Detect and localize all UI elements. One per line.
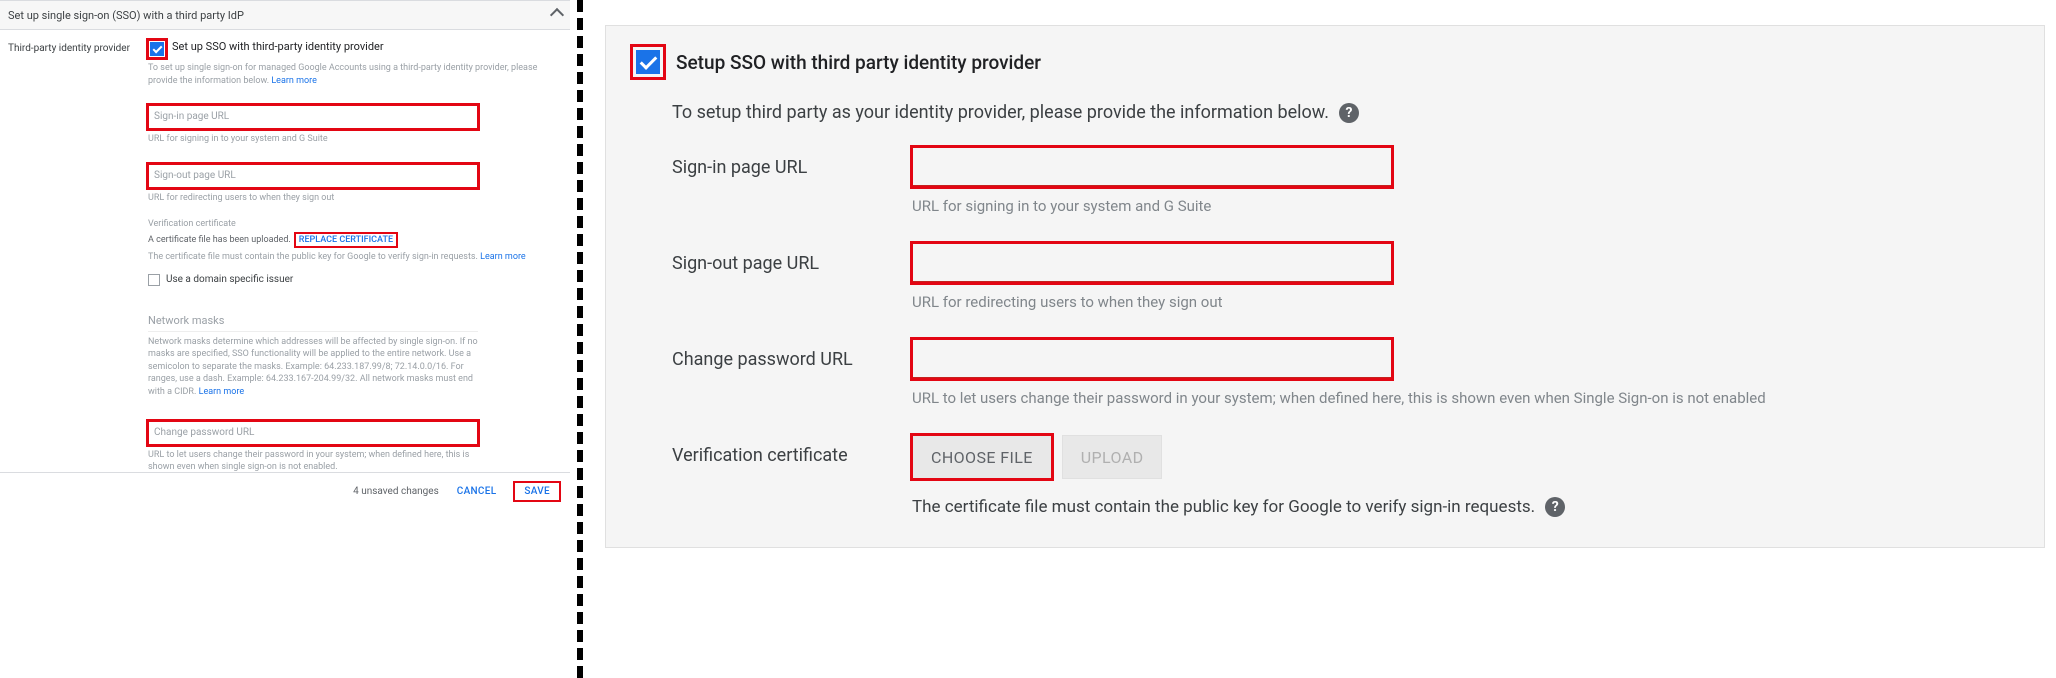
intro-text: To set up single sign-on for managed Goo… — [148, 62, 548, 87]
change-password-url-label: Change password URL — [672, 339, 902, 407]
setup-sso-checkbox[interactable] — [150, 42, 164, 56]
setup-sso-checkbox[interactable] — [636, 50, 660, 74]
signout-url-help: URL for redirecting users to when they s… — [912, 293, 2018, 311]
network-masks-title: Network masks — [148, 314, 478, 332]
network-masks-help: Network masks determine which addresses … — [148, 336, 488, 399]
learn-more-link[interactable]: Learn more — [480, 252, 526, 262]
cert-title: Verification certificate — [148, 218, 548, 231]
domain-issuer-label: Use a domain specific issuer — [166, 274, 293, 285]
checkbox-highlight — [148, 40, 166, 58]
verification-cert-label: Verification certificate — [672, 435, 902, 517]
learn-more-link[interactable]: Learn more — [199, 387, 245, 397]
change-password-help: URL to let users change their password i… — [912, 389, 2012, 407]
learn-more-link[interactable]: Learn more — [271, 76, 317, 86]
upload-button[interactable]: UPLOAD — [1062, 435, 1163, 479]
panel-subtitle: To setup third party as your identity pr… — [672, 102, 1329, 123]
save-button[interactable]: SAVE — [514, 482, 560, 501]
signout-url-input[interactable]: Sign-out page URL — [148, 164, 478, 188]
choose-file-button[interactable]: CHOOSE FILE — [912, 435, 1052, 479]
cancel-button[interactable]: CANCEL — [451, 482, 503, 501]
section-header[interactable]: Set up single sign-on (SSO) with a third… — [0, 0, 570, 30]
change-password-help: URL to let users change their password i… — [148, 449, 488, 474]
replace-certificate-button[interactable]: REPLACE CERTIFICATE — [295, 233, 397, 247]
side-label: Third-party identity provider — [8, 40, 148, 474]
signout-url-input[interactable] — [912, 243, 1392, 283]
cert-note-text: The certificate file must contain the pu… — [912, 497, 1535, 517]
unsaved-changes-text: 4 unsaved changes — [353, 486, 439, 497]
setup-sso-label: Set up SSO with third-party identity pro… — [172, 40, 384, 53]
left-admin-panel: Set up single sign-on (SSO) with a third… — [0, 0, 570, 510]
panel-title: Setup SSO with third party identity prov… — [676, 51, 1041, 74]
footer-bar: 4 unsaved changes CANCEL SAVE — [0, 472, 570, 510]
help-icon[interactable]: ? — [1545, 497, 1565, 517]
right-idp-panel: Setup SSO with third party identity prov… — [605, 25, 2045, 548]
signout-url-placeholder: Sign-out page URL — [154, 170, 236, 181]
signin-url-input[interactable]: Sign-in page URL — [148, 105, 478, 129]
cert-uploaded-text: A certificate file has been uploaded. — [148, 234, 291, 247]
signin-url-input[interactable] — [912, 147, 1392, 187]
signout-url-label: Sign-out page URL — [672, 243, 902, 311]
change-password-url-input[interactable]: Change password URL — [148, 421, 478, 445]
cert-help: The certificate file must contain the pu… — [148, 251, 548, 264]
signin-url-help: URL for signing in to your system and G … — [148, 133, 548, 146]
signout-url-help: URL for redirecting users to when they s… — [148, 192, 548, 205]
section-header-title: Set up single sign-on (SSO) with a third… — [8, 9, 244, 22]
signin-url-placeholder: Sign-in page URL — [154, 111, 229, 122]
change-password-url-placeholder: Change password URL — [154, 427, 254, 438]
chevron-up-icon — [550, 8, 564, 22]
help-icon[interactable]: ? — [1339, 103, 1359, 123]
signin-url-label: Sign-in page URL — [672, 147, 902, 215]
change-password-url-input[interactable] — [912, 339, 1392, 379]
vertical-divider — [577, 0, 583, 678]
domain-issuer-checkbox[interactable] — [148, 274, 160, 286]
signin-url-help: URL for signing in to your system and G … — [912, 197, 2018, 215]
choose-file-highlight: CHOOSE FILE — [912, 435, 1052, 479]
checkbox-highlight — [632, 46, 664, 78]
